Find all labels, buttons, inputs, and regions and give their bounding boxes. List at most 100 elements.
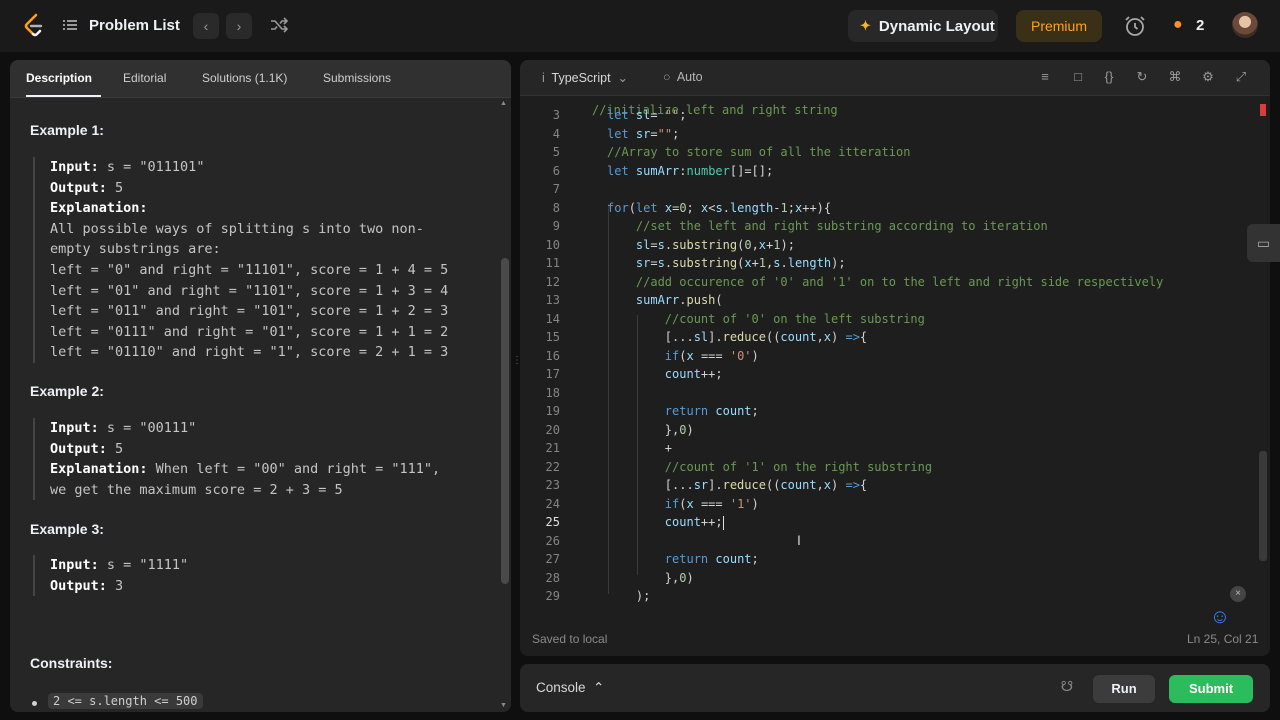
line-number: 20: [545, 422, 560, 437]
tab-description[interactable]: Description: [26, 71, 92, 85]
tab-solutions[interactable]: Solutions (1.1K): [202, 71, 287, 85]
code-text: },0): [607, 570, 694, 585]
example-line-text: When left = "00" and right = "111",: [147, 461, 441, 478]
shortcut-icon[interactable]: ⌘: [1166, 69, 1184, 87]
leetcode-logo-icon[interactable]: [22, 13, 46, 39]
code-line: 6 let sumArr:number[]=[];: [520, 164, 1256, 183]
settings-gear-icon[interactable]: ⚙: [1199, 69, 1217, 87]
editor-scrollbar[interactable]: [1256, 96, 1270, 616]
scrollbar-thumb[interactable]: [501, 258, 509, 584]
code-line: 14 //count of '0' on the left substring: [520, 312, 1256, 331]
example-line-label: Explanation:: [50, 461, 148, 478]
chevron-down-icon: ⌄: [614, 71, 628, 85]
example-line-text: left = "0" and right = "11101", score = …: [50, 261, 449, 278]
code-area[interactable]: //initialize left and right string 3 let …: [520, 96, 1256, 616]
example-line: Input: s = "1111": [50, 555, 188, 576]
line-number: 19: [545, 404, 560, 418]
editor-scrollbar-thumb[interactable]: [1259, 451, 1267, 561]
example-line: Explanation: When left = "00" and right …: [50, 459, 440, 480]
lock-icon: ○: [663, 70, 675, 84]
code-line: 10 sl=s.substring(0,x+1);: [520, 238, 1256, 257]
line-number: 13: [545, 293, 560, 307]
code-text: if(x === '0'): [664, 348, 759, 363]
example-line-label: Input:: [50, 557, 99, 573]
line-number: 12: [545, 274, 560, 289]
example-3-title: Example 3:: [30, 521, 104, 537]
chevron-left-icon: ‹: [203, 18, 209, 34]
code-line: 20 },0): [520, 423, 1256, 442]
code-line: 23 [...sr].reduce((count,x) =>{: [520, 478, 1256, 497]
example-line-text: left = "01" and right = "1101", score = …: [50, 282, 449, 299]
list-icon[interactable]: [62, 17, 78, 33]
prev-problem-button[interactable]: ‹: [193, 13, 219, 39]
code-line: 18: [520, 386, 1256, 405]
example-line-label: Output:: [50, 577, 107, 594]
submit-button[interactable]: Submit: [1169, 675, 1253, 703]
example-line-label: Output:: [50, 179, 107, 196]
code-line: 16 if(x === '0'): [520, 349, 1256, 368]
auto-mode-toggle[interactable]: ○ Auto: [663, 70, 703, 84]
code-line: 9 //set the left and right substring acc…: [520, 219, 1256, 238]
code-line: 28 },0): [520, 571, 1256, 590]
problem-list-link[interactable]: Problem List: [89, 17, 180, 34]
line-number: 15: [545, 330, 560, 344]
code-text: return count;: [664, 404, 759, 418]
notes-side-tab[interactable]: ▭: [1247, 224, 1280, 262]
example-2-block: Input: s = "00111" Output: 5 Explanation: …: [33, 418, 440, 501]
reset-icon[interactable]: ↻: [1133, 69, 1151, 87]
premium-button[interactable]: Premium: [1016, 10, 1102, 42]
code-line: 21 +: [520, 441, 1256, 460]
close-icon[interactable]: ×: [1230, 586, 1246, 602]
description-content: Example 1: Input: s = "011101" Output: 5E…: [10, 98, 497, 712]
line-number: 16: [545, 348, 560, 363]
shuffle-icon[interactable]: [269, 15, 289, 35]
example-line-text: left = "0111" and right = "01", score = …: [50, 323, 449, 340]
alarm-clock-icon[interactable]: [1123, 14, 1147, 38]
next-problem-button[interactable]: ›: [226, 13, 252, 39]
dynamic-layout-button[interactable]: ✦ Dynamic Layout: [848, 10, 998, 42]
code-text: sumArr.push(: [635, 293, 723, 307]
example-line: left = "0" and right = "11101", score = …: [50, 260, 448, 281]
example-line: Input: s = "00111": [50, 418, 440, 439]
editor-toolbar: i TypeScript ⌄ ○ Auto ≡ □ {} ↻ ⌘ ⚙ ⤢: [520, 60, 1270, 96]
streak-count: 2: [1196, 17, 1205, 34]
line-number: 9: [552, 219, 560, 233]
feedback-chat-icon[interactable]: ☺: [1202, 600, 1238, 636]
debug-bug-icon[interactable]: ☋: [1057, 678, 1077, 698]
code-line: 12 //add occurence of '0' and '1' on to …: [520, 275, 1256, 294]
bookmark-icon[interactable]: □: [1069, 69, 1087, 87]
example-line: we get the maximum score = 2 + 3 = 5: [50, 480, 440, 501]
tab-submissions[interactable]: Submissions: [323, 71, 391, 85]
line-number: 26: [545, 533, 560, 548]
description-scrollbar[interactable]: ▲ ▼: [498, 98, 511, 712]
example-line-text: 5: [106, 440, 124, 457]
console-toggle[interactable]: Console ⌃: [536, 680, 604, 696]
example-line-text: left = "011" and right = "101", score = …: [50, 303, 449, 320]
constraints-title: Constraints:: [30, 655, 113, 671]
top-navbar: Problem List ‹ › ✦ Dynamic Layout Premiu…: [0, 0, 1280, 52]
code-line: 29 );: [520, 589, 1256, 608]
line-number: 4: [552, 126, 560, 141]
line-number: 14: [545, 311, 560, 326]
example-line: empty substrings are:: [50, 239, 448, 260]
save-status: Saved to local: [532, 632, 608, 646]
console-bar: Console ⌃ ☋ Run Submit: [520, 664, 1270, 712]
scroll-down-icon[interactable]: ▼: [500, 702, 507, 709]
line-number: 21: [545, 441, 560, 455]
format-icon[interactable]: ≡: [1036, 69, 1054, 87]
streak-flame-icon[interactable]: ●: [1173, 16, 1183, 34]
avatar[interactable]: [1232, 12, 1258, 38]
run-button[interactable]: Run: [1093, 675, 1155, 703]
code-text: return count;: [664, 552, 759, 566]
language-selector[interactable]: i TypeScript ⌄: [542, 70, 628, 85]
code-text: count++;: [664, 367, 723, 381]
line-number: 3: [552, 108, 560, 122]
scroll-up-icon[interactable]: ▲: [500, 100, 507, 107]
tab-editorial[interactable]: Editorial: [123, 71, 166, 85]
example-line-label: Explanation:: [50, 200, 148, 217]
expand-icon[interactable]: ⤢: [1232, 69, 1250, 87]
panel-resize-handle[interactable]: ⋮: [512, 355, 522, 367]
braces-icon[interactable]: {}: [1100, 69, 1118, 87]
example-line-text: empty substrings are:: [50, 241, 221, 258]
constraint-item: 2 <= s.length <= 500: [48, 693, 203, 709]
